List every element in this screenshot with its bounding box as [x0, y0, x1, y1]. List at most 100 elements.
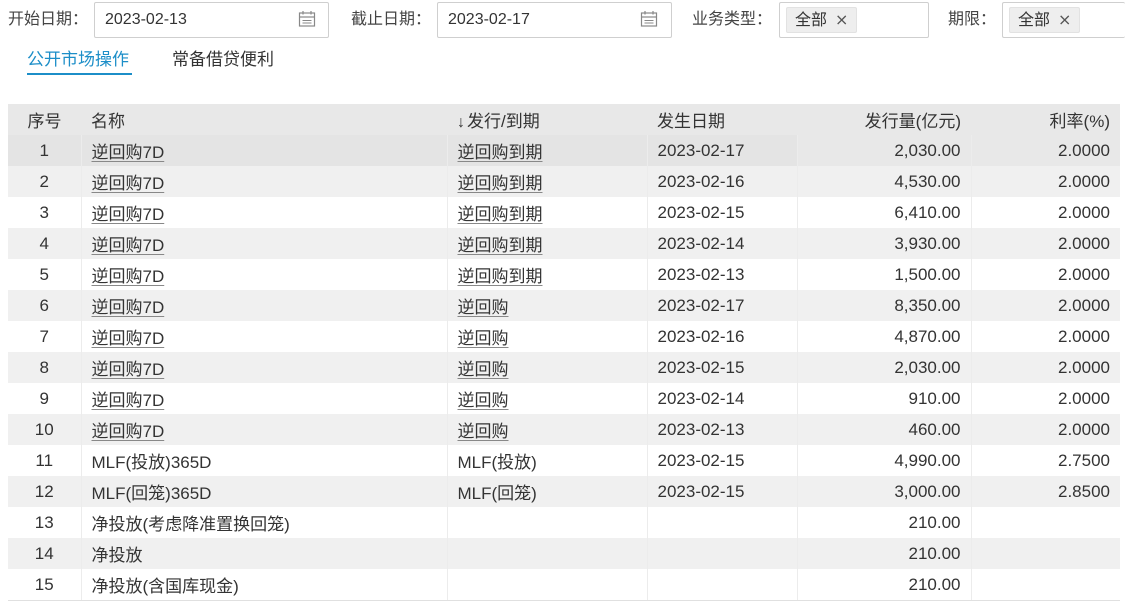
cell-no: 7: [8, 321, 82, 352]
cell-name-link[interactable]: 逆回购7D: [92, 329, 165, 348]
cell-name-link[interactable]: 逆回购7D: [92, 143, 165, 162]
cell-name-link[interactable]: 逆回购7D: [92, 236, 165, 255]
remove-tag-icon[interactable]: ×: [835, 10, 848, 29]
cell-type-link[interactable]: 逆回购到期: [458, 205, 543, 224]
term-select[interactable]: 全部 ×: [1002, 2, 1125, 38]
cell-type-link[interactable]: 逆回购: [458, 298, 509, 317]
cell-name-link[interactable]: 逆回购7D: [92, 205, 165, 224]
biz-type-select[interactable]: 全部 ×: [779, 2, 929, 38]
cell-type-link[interactable]: 逆回购到期: [458, 143, 543, 162]
cell-no: 9: [8, 383, 82, 414]
cell-no: 2: [8, 166, 82, 197]
cell-name-link[interactable]: 逆回购7D: [92, 391, 165, 410]
cell-date: 2023-02-15: [647, 445, 798, 476]
end-date-input[interactable]: [437, 2, 672, 38]
cell-type: 逆回购: [447, 383, 648, 414]
cell-rate: [971, 507, 1120, 538]
col-header-type[interactable]: ↓ 发行/到期: [447, 104, 647, 135]
table-row[interactable]: 12 MLF(回笼)365D MLF(回笼) 2023-02-15 3,000.00 2.…: [8, 476, 1120, 507]
col-header-date[interactable]: 发生日期: [647, 104, 797, 135]
cell-rate: [971, 569, 1120, 600]
sort-desc-icon: ↓: [457, 114, 465, 131]
cell-type-link[interactable]: 逆回购: [458, 391, 509, 410]
cell-name-link[interactable]: 逆回购7D: [92, 298, 165, 317]
start-date-input[interactable]: [94, 2, 329, 38]
table-row[interactable]: 1 逆回购7D 逆回购到期 2023-02-17 2,030.00 2.0000: [8, 135, 1120, 166]
tab-standing-lending-facility[interactable]: 常备借贷便利: [172, 48, 274, 72]
cell-rate: 2.0000: [971, 197, 1120, 228]
cell-no: 14: [8, 538, 82, 569]
cell-name-link[interactable]: 逆回购7D: [92, 360, 165, 379]
calendar-icon[interactable]: [640, 10, 658, 28]
col-header-no[interactable]: 序号: [8, 104, 81, 135]
cell-amount: 1,500.00: [797, 259, 972, 290]
cell-name: 逆回购7D: [81, 166, 448, 197]
cell-name: 逆回购7D: [81, 414, 448, 445]
cell-amount: 210.00: [797, 507, 972, 538]
cell-rate: 2.8500: [971, 476, 1120, 507]
cell-date: 2023-02-17: [647, 290, 798, 321]
table-row[interactable]: 3 逆回购7D 逆回购到期 2023-02-15 6,410.00 2.0000: [8, 197, 1120, 228]
cell-type-link[interactable]: 逆回购到期: [458, 267, 543, 286]
remove-tag-icon[interactable]: ×: [1058, 10, 1071, 29]
cell-no: 12: [8, 476, 82, 507]
cell-name: 净投放(含国库现金): [81, 569, 448, 600]
cell-type-link[interactable]: 逆回购: [458, 360, 509, 379]
active-tab-indicator: [27, 73, 132, 75]
cell-rate: [971, 538, 1120, 569]
table-row[interactable]: 10 逆回购7D 逆回购 2023-02-13 460.00 2.0000: [8, 414, 1120, 445]
cell-date: 2023-02-13: [647, 259, 798, 290]
cell-rate: 2.0000: [971, 259, 1120, 290]
start-date-label: 开始日期：: [8, 9, 89, 28]
tab-open-market-operations[interactable]: 公开市场操作: [27, 48, 129, 72]
cell-type-link[interactable]: 逆回购到期: [458, 174, 543, 193]
cell-type: [447, 569, 648, 600]
cell-amount: 8,350.00: [797, 290, 972, 321]
col-header-name[interactable]: 名称: [81, 104, 447, 135]
biz-type-tag-label: 全部: [795, 10, 828, 29]
cell-amount: 4,870.00: [797, 321, 972, 352]
cell-name-link[interactable]: 逆回购7D: [92, 267, 165, 286]
table-row[interactable]: 5 逆回购7D 逆回购到期 2023-02-13 1,500.00 2.0000: [8, 259, 1120, 290]
cell-no: 5: [8, 259, 82, 290]
col-header-type-label: 发行/到期: [467, 112, 540, 131]
cell-type-link[interactable]: 逆回购: [458, 329, 509, 348]
cell-amount: 210.00: [797, 569, 972, 600]
cell-date: 2023-02-14: [647, 383, 798, 414]
col-header-rate[interactable]: 利率(%): [971, 104, 1120, 135]
cell-amount: 6,410.00: [797, 197, 972, 228]
cell-date: 2023-02-15: [647, 197, 798, 228]
cell-no: 13: [8, 507, 82, 538]
term-label: 期限：: [948, 9, 997, 28]
cell-no: 10: [8, 414, 82, 445]
cell-type: 逆回购: [447, 352, 648, 383]
table-row[interactable]: 11 MLF(投放)365D MLF(投放) 2023-02-15 4,990.00 2.…: [8, 445, 1120, 476]
cell-date: [647, 538, 798, 569]
term-tag-label: 全部: [1018, 10, 1051, 29]
table-row[interactable]: 2 逆回购7D 逆回购到期 2023-02-16 4,530.00 2.0000: [8, 166, 1120, 197]
cell-no: 3: [8, 197, 82, 228]
table-row[interactable]: 8 逆回购7D 逆回购 2023-02-15 2,030.00 2.0000: [8, 352, 1120, 383]
cell-type-link[interactable]: 逆回购: [458, 422, 509, 441]
table-row[interactable]: 7 逆回购7D 逆回购 2023-02-16 4,870.00 2.0000: [8, 321, 1120, 352]
table-row[interactable]: 15 净投放(含国库现金) 210.00: [8, 569, 1120, 600]
cell-rate: 2.0000: [971, 352, 1120, 383]
table-bottom-border: [8, 600, 1120, 601]
calendar-icon[interactable]: [298, 10, 316, 28]
cell-amount: 2,030.00: [797, 352, 972, 383]
operations-table: 序号 名称 ↓ 发行/到期 发生日期 发行量(亿元) 利率(%) 1 逆回购7D 逆回…: [8, 104, 1120, 600]
cell-name-link[interactable]: 逆回购7D: [92, 174, 165, 193]
cell-rate: 2.0000: [971, 228, 1120, 259]
cell-name: 净投放: [81, 538, 448, 569]
table-row[interactable]: 13 净投放(考虑降准置换回笼) 210.00: [8, 507, 1120, 538]
cell-name-link[interactable]: 逆回购7D: [92, 422, 165, 441]
col-header-amount[interactable]: 发行量(亿元): [797, 104, 971, 135]
cell-rate: 2.0000: [971, 383, 1120, 414]
cell-type-link[interactable]: 逆回购到期: [458, 236, 543, 255]
table-row[interactable]: 6 逆回购7D 逆回购 2023-02-17 8,350.00 2.0000: [8, 290, 1120, 321]
biz-type-label: 业务类型：: [692, 9, 773, 28]
table-row[interactable]: 14 净投放 210.00: [8, 538, 1120, 569]
table-row[interactable]: 9 逆回购7D 逆回购 2023-02-14 910.00 2.0000: [8, 383, 1120, 414]
cell-type: MLF(回笼): [447, 476, 648, 507]
table-row[interactable]: 4 逆回购7D 逆回购到期 2023-02-14 3,930.00 2.0000: [8, 228, 1120, 259]
